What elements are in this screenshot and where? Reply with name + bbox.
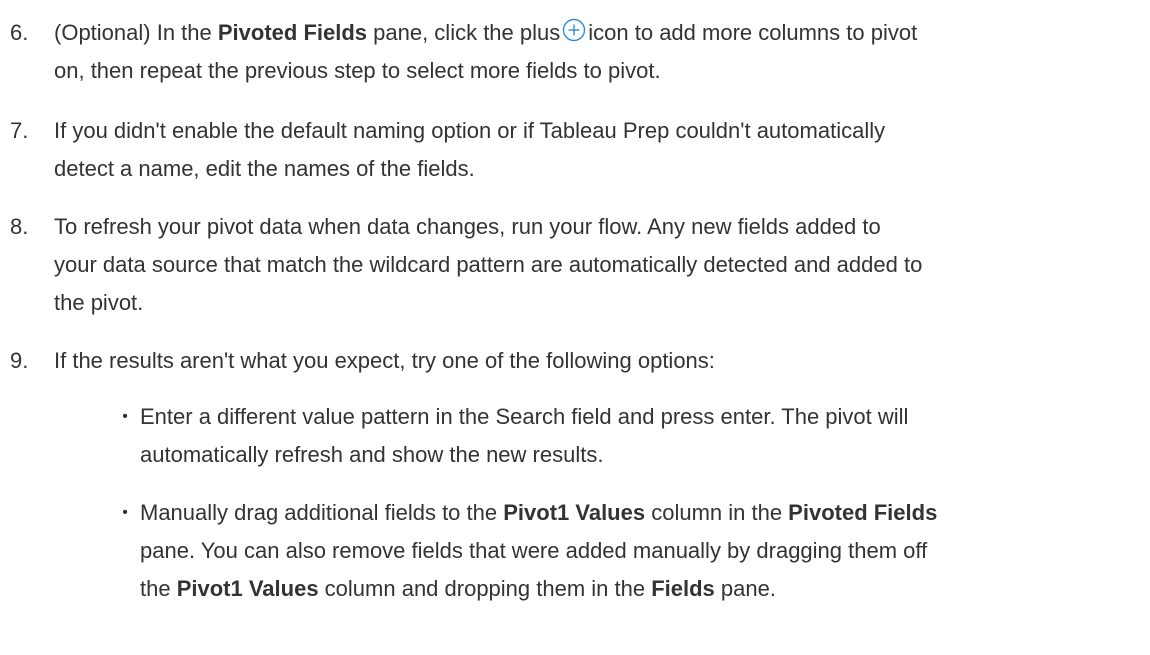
step-number: 6.	[10, 20, 29, 45]
step-line: detect a name, edit the names of the fie…	[54, 156, 475, 181]
step-text: To refresh your pivot data when data cha…	[54, 208, 1144, 322]
ui-term-pivoted-fields: Pivoted Fields	[788, 500, 938, 525]
bullet-line: Manually drag additional fields to the P…	[140, 494, 1140, 532]
text-run: Manually drag additional fields to the	[140, 500, 504, 525]
bullet-line: automatically refresh and show the new r…	[140, 442, 604, 467]
text-run: pane, click the plus	[367, 20, 561, 45]
step-text: If the results aren't what you expect, t…	[54, 342, 1144, 380]
text-run: the	[140, 576, 177, 601]
text-run: icon to add more columns to pivot	[588, 20, 918, 45]
text-run: column and dropping them in the	[318, 576, 652, 601]
bullet-line: pane. You can also remove fields that we…	[140, 538, 928, 563]
step-line: To refresh your pivot data when data cha…	[54, 214, 881, 239]
step-number: 7.	[10, 118, 29, 143]
step-number: 9.	[10, 348, 29, 373]
step-line: If you didn't enable the default naming …	[54, 118, 886, 143]
step-line: the pivot.	[54, 290, 144, 315]
step-text: If you didn't enable the default naming …	[54, 112, 1144, 188]
text-run: pane.	[714, 576, 776, 601]
bullet-text: Enter a different value pattern in the S…	[140, 398, 1140, 474]
bullet-icon: •	[122, 408, 128, 425]
ui-term-pivot1-values: Pivot1 Values	[176, 576, 319, 601]
step-text: (Optional) In the Pivoted Fields pane, c…	[54, 14, 1144, 90]
ui-term-pivot1-values: Pivot1 Values	[503, 500, 646, 525]
text-run: (Optional) In the	[54, 20, 218, 45]
step-number: 8.	[10, 214, 29, 239]
bullet-line: Enter a different value pattern in the S…	[140, 404, 909, 429]
text-run: column in the	[645, 500, 789, 525]
plus-circle-icon	[562, 18, 586, 42]
step-line: If the results aren't what you expect, t…	[54, 348, 715, 373]
bullet-line: the Pivot1 Values column and dropping th…	[140, 570, 1140, 608]
bullet-icon: •	[122, 504, 128, 521]
step-line: your data source that match the wildcard…	[54, 252, 923, 277]
ui-term-pivoted-fields: Pivoted Fields	[217, 20, 368, 45]
bullet-text: Manually drag additional fields to the P…	[140, 494, 1140, 608]
step-line: on, then repeat the previous step to sel…	[54, 58, 661, 83]
ui-term-fields: Fields	[651, 576, 715, 601]
step-line: (Optional) In the Pivoted Fields pane, c…	[54, 14, 1144, 52]
